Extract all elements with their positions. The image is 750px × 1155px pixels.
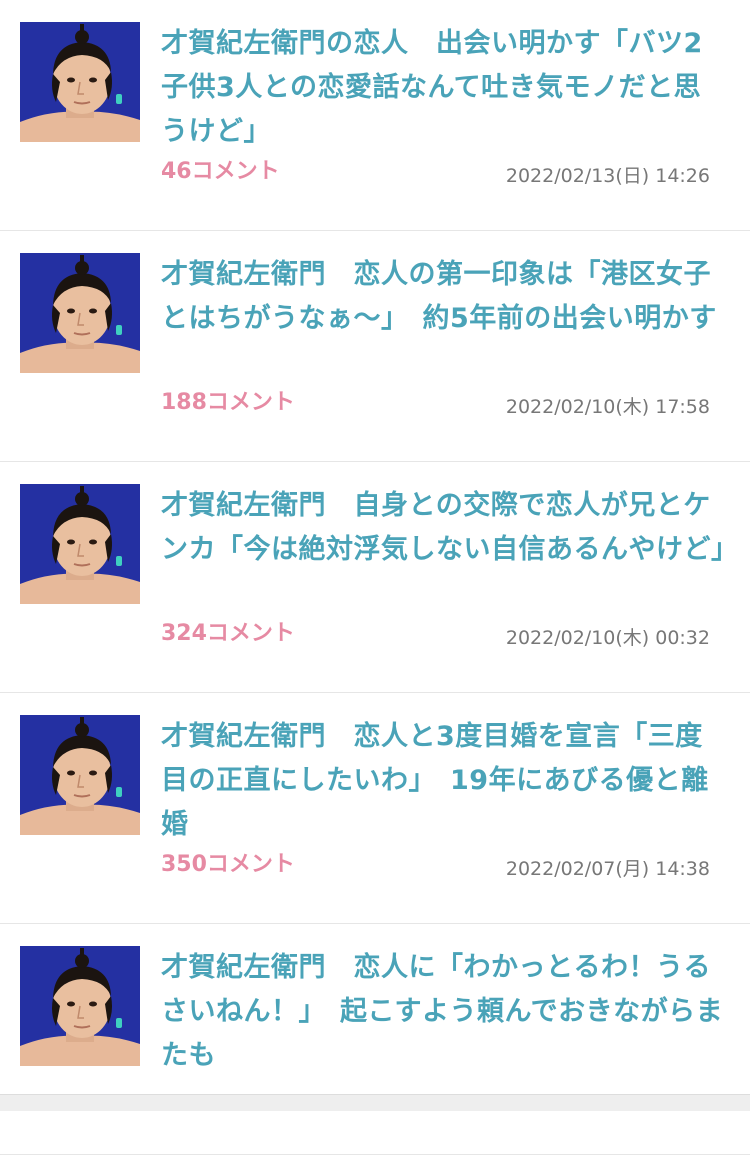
- article-date: 2022/02/10(木) 00:32: [505, 627, 710, 649]
- article-item[interactable]: 才賀紀左衛門 恋人の第一印象は「港区女子とはちがうなぁ〜」 約5年前の出会い明か…: [0, 231, 750, 462]
- article-date: 2022/02/07(月) 14:38: [505, 858, 710, 880]
- comment-count[interactable]: 350コメント: [161, 850, 295, 880]
- article-title[interactable]: 才賀紀左衛門 恋人に「わかっとるわ！うるさいねん！」 起こすよう頼んでおきながら…: [161, 946, 726, 1078]
- article-item[interactable]: 才賀紀左衛門 恋人に「わかっとるわ！うるさいねん！」 起こすよう頼んでおきながら…: [0, 924, 750, 1155]
- bottom-bar: [0, 1094, 750, 1111]
- article-thumbnail[interactable]: [20, 484, 140, 604]
- article-date: 2022/02/10(木) 17:58: [505, 396, 710, 418]
- comment-count[interactable]: 188コメント: [161, 388, 295, 418]
- article-list: 才賀紀左衛門の恋人 出会い明かす「バツ2子供3人との恋愛話なんて吐き気モノだと思…: [0, 0, 750, 1155]
- article-date: 2022/02/13(日) 14:26: [505, 165, 710, 187]
- article-item[interactable]: 才賀紀左衛門の恋人 出会い明かす「バツ2子供3人との恋愛話なんて吐き気モノだと思…: [0, 0, 750, 231]
- article-thumbnail[interactable]: [20, 253, 140, 373]
- article-title[interactable]: 才賀紀左衛門 恋人と3度目婚を宣言「三度目の正直にしたいわ」 19年にあびる優と…: [161, 715, 726, 847]
- article-thumbnail[interactable]: [20, 715, 140, 835]
- comment-count[interactable]: 324コメント: [161, 619, 295, 649]
- article-title[interactable]: 才賀紀左衛門 自身との交際で恋人が兄とケンカ「今は絶対浮気しない自信あるんやけど…: [161, 484, 738, 572]
- article-item[interactable]: 才賀紀左衛門 恋人と3度目婚を宣言「三度目の正直にしたいわ」 19年にあびる優と…: [0, 693, 750, 924]
- article-thumbnail[interactable]: [20, 946, 140, 1066]
- article-item[interactable]: 才賀紀左衛門 自身との交際で恋人が兄とケンカ「今は絶対浮気しない自信あるんやけど…: [0, 462, 750, 693]
- article-title[interactable]: 才賀紀左衛門の恋人 出会い明かす「バツ2子供3人との恋愛話なんて吐き気モノだと思…: [161, 22, 726, 154]
- article-title[interactable]: 才賀紀左衛門 恋人の第一印象は「港区女子とはちがうなぁ〜」 約5年前の出会い明か…: [161, 253, 726, 341]
- article-thumbnail[interactable]: [20, 22, 140, 142]
- comment-count[interactable]: 46コメント: [161, 157, 280, 187]
